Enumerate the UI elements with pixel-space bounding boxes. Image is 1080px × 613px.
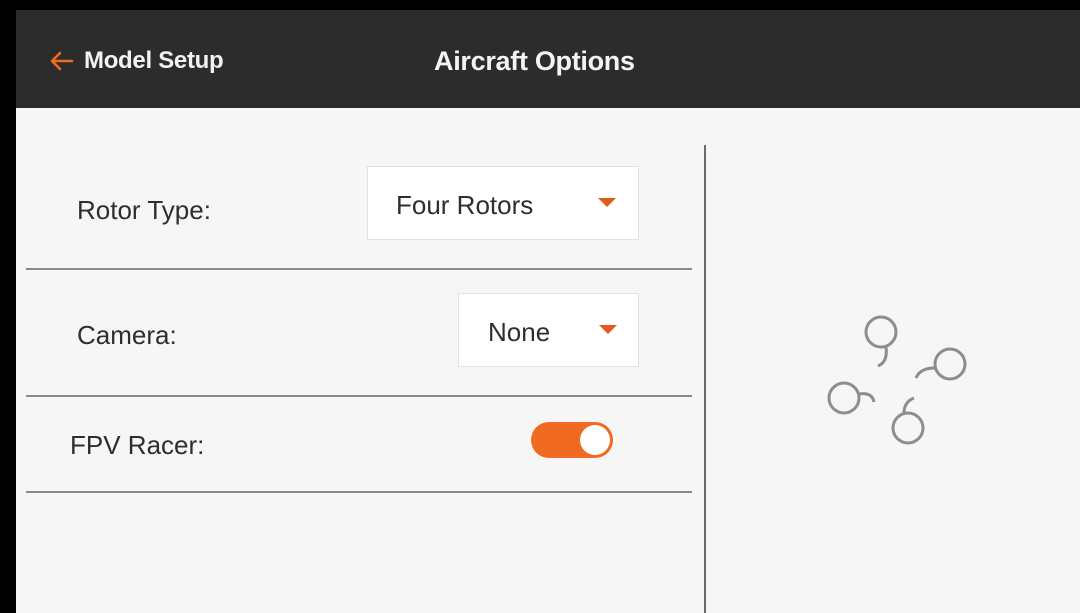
row-divider <box>26 268 692 270</box>
page-title: Aircraft Options <box>434 46 635 76</box>
rotor-type-label: Rotor Type: <box>77 195 211 225</box>
row-divider <box>26 395 692 397</box>
back-button[interactable]: Model Setup <box>48 46 224 76</box>
caret-down-icon <box>598 198 616 207</box>
aircraft-options-screen: Model Setup Aircraft Options Rotor Type:… <box>16 10 1080 613</box>
rotor-type-dropdown[interactable]: Four Rotors <box>367 166 639 240</box>
device-frame: Model Setup Aircraft Options Rotor Type:… <box>0 0 1080 613</box>
header-bar: Model Setup Aircraft Options <box>16 10 1080 108</box>
rotor-type-value: Four Rotors <box>396 190 534 220</box>
toggle-knob <box>580 425 610 455</box>
fpv-racer-toggle[interactable] <box>531 422 613 458</box>
panel-divider <box>704 145 706 613</box>
camera-value: None <box>488 317 551 347</box>
camera-label: Camera: <box>77 320 177 350</box>
caret-down-icon <box>599 325 617 334</box>
back-label: Model Setup <box>84 47 224 74</box>
quadcopter-icon <box>827 315 967 445</box>
row-divider <box>26 491 692 493</box>
fpv-racer-label: FPV Racer: <box>70 430 205 460</box>
left-arrow-icon <box>50 51 74 71</box>
camera-dropdown[interactable]: None <box>458 293 639 367</box>
aircraft-preview <box>816 310 976 465</box>
